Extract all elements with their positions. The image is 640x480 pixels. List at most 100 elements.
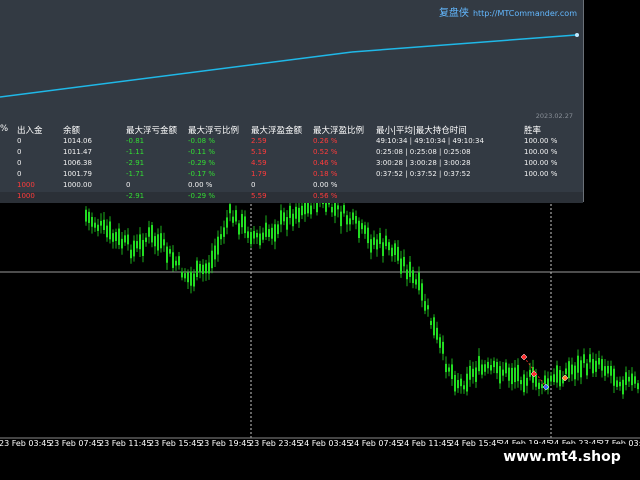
candle-body (448, 367, 450, 372)
candle-body (379, 233, 381, 244)
cell-fl_pct: -0.11 % (188, 148, 215, 156)
candle-body (196, 260, 198, 277)
cell-fl_pct: -0.29 % (188, 159, 215, 167)
candle-body (226, 217, 228, 228)
candle-body (475, 367, 477, 382)
candle-body (301, 205, 303, 216)
candle-body (445, 363, 447, 373)
cell-hold: 0:25:08 | 0:25:08 | 0:25:08 (376, 148, 471, 156)
candle-body (112, 233, 114, 242)
candle-body (556, 365, 558, 383)
summary-dep: 1000 (17, 192, 35, 200)
candle-body (250, 232, 252, 244)
candle-body (220, 234, 222, 240)
candle-body (121, 238, 123, 249)
candle-body (187, 272, 189, 283)
candle-body (127, 234, 129, 245)
equity-date: 2023.02.27 (535, 112, 573, 120)
summary-fl_amt: -2.91 (126, 192, 145, 200)
header-cell: 最小|平均|最大持仓时间 (376, 126, 467, 136)
candle-body (394, 243, 396, 256)
equity-end-marker (575, 33, 579, 37)
candle-body (433, 317, 435, 336)
candle-body (385, 235, 387, 247)
candle-body (625, 372, 627, 385)
candle-body (247, 231, 249, 238)
cell-fl_pct: 0.00 % (188, 181, 213, 189)
candle-body (337, 205, 339, 210)
candle-body (502, 369, 504, 376)
candle-body (172, 252, 174, 268)
time-axis-label: 24 Feb 07:45 (349, 439, 402, 448)
equity-line (0, 51, 353, 98)
cell-bal: 1001.79 (63, 170, 92, 178)
cell-fp_pct: 0.46 % (313, 159, 338, 167)
candle-body (268, 229, 270, 237)
cell-bal: 1011.47 (63, 148, 92, 156)
candle-body (577, 355, 579, 373)
candle-body (412, 270, 414, 284)
candle-body (349, 218, 351, 225)
candle-body (439, 337, 441, 348)
candle-body (241, 213, 243, 228)
candle-body (157, 234, 159, 251)
time-axis-label: 24 Feb 11:45 (399, 439, 452, 448)
candle-body (106, 225, 108, 238)
stats-row: 0 1014.06 -0.81 -0.08 % 2.59 0.26 % 49:10:34 |… (0, 137, 583, 148)
candle-body (358, 220, 360, 238)
candle-body (514, 367, 516, 383)
candle-body (310, 205, 312, 215)
candle-body (622, 379, 624, 395)
candle-body (130, 249, 132, 259)
candle-body (631, 373, 633, 386)
cell-hold: 0:37:52 | 0:37:52 | 0:37:52 (376, 170, 471, 178)
candle-body (565, 368, 567, 375)
candle-body (544, 375, 546, 384)
candle-body (610, 365, 612, 376)
time-axis-label: 23 Feb 15:45 (149, 439, 202, 448)
candle-body (274, 224, 276, 242)
cell-fl_amt: -2.91 (126, 159, 145, 167)
cell-win: 100.00 % (524, 137, 558, 145)
candle-body (208, 262, 210, 274)
candle-body (517, 364, 519, 382)
candle-body (169, 249, 171, 254)
stats-row: 1000 1000.00 0 0.00 % 0 0.00 % (0, 181, 583, 192)
candle-body (508, 367, 510, 381)
candle-body (406, 269, 408, 280)
candle-body (601, 359, 603, 371)
candle-body (568, 361, 570, 379)
candle-body (253, 231, 255, 239)
candle-body (331, 206, 333, 213)
candle-body (100, 220, 102, 226)
time-axis-label: 24 Feb 03:45 (299, 439, 352, 448)
candle-body (583, 354, 585, 364)
candle-body (415, 279, 417, 285)
cell-fp_amt: 1.79 (251, 170, 267, 178)
candle-body (421, 283, 423, 301)
candle-body (97, 224, 99, 231)
header-cell: 最大浮盈金额 (251, 126, 303, 136)
candle-body (85, 209, 87, 222)
candle-body (409, 261, 411, 277)
candle-body (430, 320, 432, 326)
summary-fp_pct: 0.56 % (313, 192, 338, 200)
candle-body (550, 375, 552, 382)
candle-body (160, 233, 162, 249)
candle-body (190, 271, 192, 286)
cell-fl_amt: -1.11 (126, 148, 145, 156)
summary-fl_pct: -0.29 % (188, 192, 215, 200)
candle-body (598, 357, 600, 365)
candle-body (136, 241, 138, 249)
candle-body (199, 263, 201, 273)
candle-body (451, 364, 453, 380)
header-cell: % (0, 124, 9, 134)
candle-body (382, 242, 384, 256)
candle-body (271, 227, 273, 239)
stats-row: 0 1001.79 -1.71 -0.17 % 1.79 0.18 % 0:37:52 | … (0, 170, 583, 181)
candle-body (592, 358, 594, 374)
candle-body (484, 364, 486, 372)
candle-body (343, 205, 345, 214)
time-axis-label: 23 Feb 19:45 (199, 439, 252, 448)
cell-fp_amt: 4.59 (251, 159, 267, 167)
